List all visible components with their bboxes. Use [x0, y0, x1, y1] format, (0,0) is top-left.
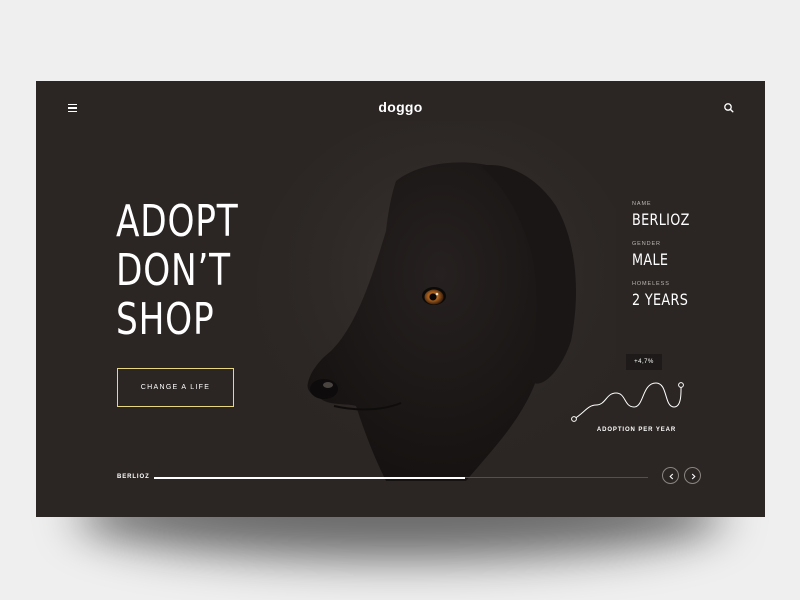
dog-photo	[256, 121, 616, 481]
stat-name-label: NAME	[632, 201, 652, 207]
headline-line-2: DON’T	[116, 245, 231, 296]
chevron-left-icon[interactable]	[662, 467, 679, 484]
growth-badge: +4,7%	[626, 354, 662, 370]
search-icon[interactable]	[722, 101, 736, 115]
slider-progress-track[interactable]	[154, 476, 648, 479]
pet-details: NAME BERLIOZ GENDER MALE HOMELESS 2 YEAR…	[632, 201, 742, 321]
hero-headline: ADOPT DON’T SHOP	[116, 197, 238, 344]
stat-name-value: BERLIOZ	[632, 210, 690, 229]
stat-homeless-value: 2 YEARS	[632, 290, 689, 309]
stat-homeless: HOMELESS 2 YEARS	[632, 281, 742, 309]
logo[interactable]: doggo	[36, 99, 765, 115]
change-a-life-button[interactable]: CHANGE A LIFE	[117, 368, 234, 407]
headline-line-1: ADOPT	[116, 196, 239, 247]
stat-name: NAME BERLIOZ	[632, 201, 742, 229]
slider-progress-fill	[154, 476, 466, 479]
chevron-right-icon[interactable]	[684, 467, 701, 484]
slide-label: BERLIOZ	[117, 474, 150, 480]
stat-gender-label: GENDER	[632, 241, 661, 247]
hero-card: doggo ADOPT DON’T SHOP CHANGE A LIFE NAM…	[36, 81, 765, 517]
stat-gender: GENDER MALE	[632, 241, 742, 269]
stat-gender-value: MALE	[632, 250, 669, 269]
adoption-trend-line	[571, 382, 684, 422]
headline-line-3: SHOP	[116, 294, 215, 345]
stat-homeless-label: HOMELESS	[632, 281, 670, 287]
trend-caption: ADOPTION PER YEAR	[596, 427, 677, 433]
